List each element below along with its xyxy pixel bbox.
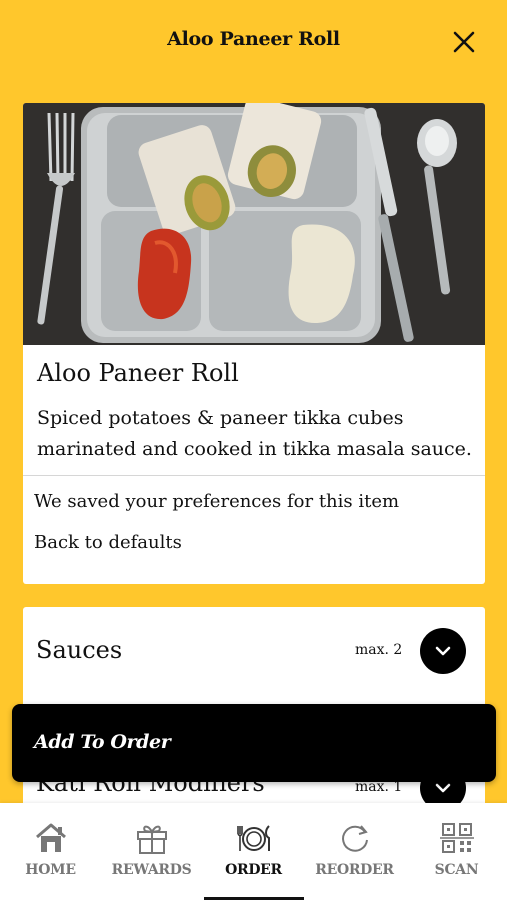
qr-code-icon bbox=[439, 823, 474, 853]
item-name: Aloo Paneer Roll bbox=[37, 359, 239, 387]
header-bar: Aloo Paneer Roll bbox=[0, 0, 507, 84]
preferences-note: We saved your preferences for this item bbox=[34, 491, 400, 512]
plate-cutlery-icon bbox=[236, 825, 270, 851]
page-title: Aloo Paneer Roll bbox=[167, 28, 340, 50]
option-group-max: max. 2 bbox=[355, 642, 403, 658]
home-icon bbox=[35, 823, 66, 852]
close-button[interactable] bbox=[448, 26, 480, 58]
nav-item-rewards[interactable]: REWARDS bbox=[101, 803, 202, 900]
gift-icon bbox=[136, 825, 167, 854]
add-to-order-label: Add To Order bbox=[34, 731, 171, 753]
food-image bbox=[23, 103, 485, 345]
close-icon bbox=[453, 31, 475, 53]
chevron-down-icon bbox=[435, 646, 451, 656]
back-to-defaults-link[interactable]: Back to defaults bbox=[34, 532, 182, 553]
expand-sauces-button[interactable] bbox=[420, 628, 466, 674]
option-group-label: Sauces bbox=[36, 636, 123, 664]
nav-item-order[interactable]: ORDER bbox=[203, 803, 304, 900]
divider bbox=[23, 475, 485, 476]
nav-label: HOME bbox=[25, 862, 76, 878]
nav-label: ORDER bbox=[225, 862, 282, 878]
add-to-order-button[interactable]: Add To Order bbox=[12, 704, 496, 782]
nav-item-reorder[interactable]: REORDER bbox=[304, 803, 405, 900]
nav-label: REWARDS bbox=[111, 862, 192, 878]
nav-item-scan[interactable]: SCAN bbox=[406, 803, 507, 900]
item-card: Aloo Paneer Roll Spiced potatoes & panee… bbox=[23, 103, 485, 584]
bottom-nav: HOME REWARDS ORDER REORDER SCAN bbox=[0, 803, 507, 900]
nav-label: SCAN bbox=[434, 862, 479, 878]
refresh-icon bbox=[341, 825, 368, 852]
item-description: Spiced potatoes & paneer tikka cubes mar… bbox=[37, 407, 472, 460]
nav-item-home[interactable]: HOME bbox=[0, 803, 101, 900]
nav-label: REORDER bbox=[315, 862, 394, 878]
option-group-sauces[interactable]: Sauces max. 2 bbox=[23, 607, 485, 707]
